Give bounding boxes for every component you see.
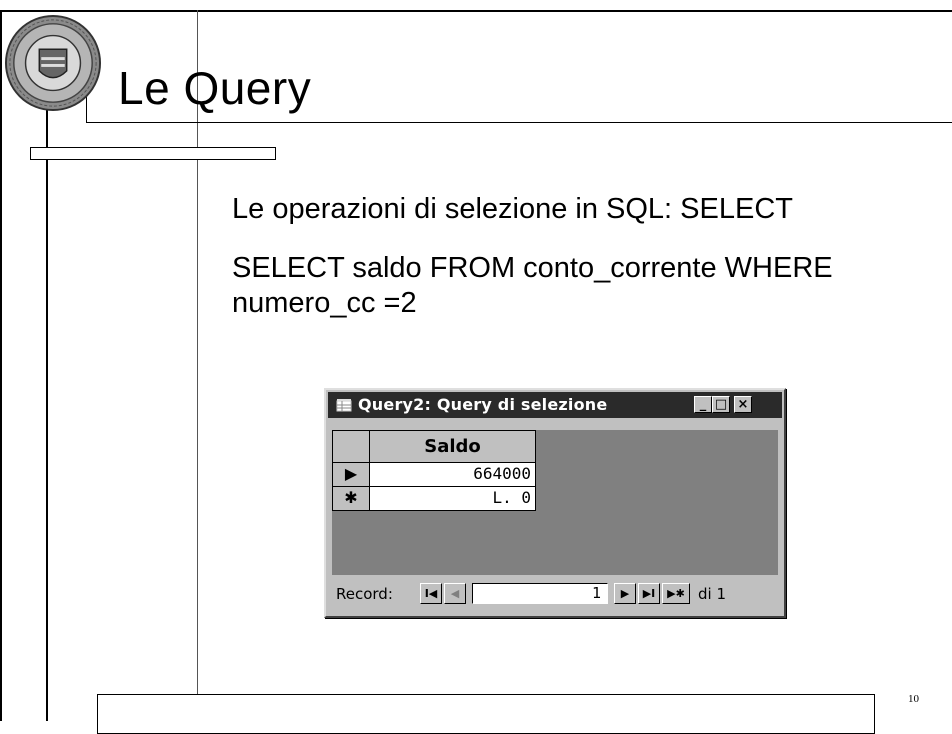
datasheet-grid: Saldo ▶ 664000 ✱ L. 0	[332, 430, 778, 575]
page-number: 10	[908, 693, 919, 705]
slide-frame-left	[0, 10, 2, 721]
record-label: Record:	[336, 585, 393, 603]
maximize-button[interactable]: □	[712, 396, 730, 413]
record-navigation-bar: Record: I◀ ◀ 1 ▶ ▶I ▶✱ di 1	[332, 580, 778, 608]
new-record-button[interactable]: ▶✱	[662, 583, 690, 604]
previous-record-button[interactable]: ◀	[444, 583, 466, 604]
slide-title: Le Query	[118, 62, 312, 114]
table-cell-saldo[interactable]: 664000	[370, 463, 536, 487]
university-seal-icon	[4, 14, 102, 112]
last-record-button[interactable]: ▶I	[638, 583, 660, 604]
bullet-text-2: SELECT saldo FROM conto_corrente WHERE n…	[232, 252, 833, 319]
title-box	[30, 147, 276, 160]
record-number-input[interactable]: 1	[472, 583, 608, 604]
new-record-icon: ✱	[344, 488, 358, 507]
slide-frame-top	[0, 10, 952, 12]
first-record-button[interactable]: I◀	[420, 583, 442, 604]
minimize-button[interactable]: _	[694, 396, 712, 413]
row-selector-new[interactable]: ✱	[332, 487, 370, 511]
column-header-saldo[interactable]: Saldo	[370, 430, 536, 463]
current-record-icon: ▶	[344, 464, 358, 483]
datasheet-icon	[336, 399, 352, 412]
window-title: Query2: Query di selezione	[358, 395, 608, 414]
query-window: Query2: Query di selezione _ □ × Saldo ▶…	[324, 388, 786, 618]
table-cell-saldo-new[interactable]: L. 0	[370, 487, 536, 511]
grid-corner[interactable]	[332, 430, 370, 463]
footer-box	[97, 694, 875, 734]
row-selector-current[interactable]: ▶	[332, 463, 370, 487]
slide-rule-inner	[46, 90, 48, 721]
title-underline	[86, 122, 952, 123]
record-total: di 1	[698, 585, 727, 603]
close-button[interactable]: ×	[734, 396, 752, 413]
window-titlebar[interactable]: Query2: Query di selezione _ □ ×	[328, 392, 782, 418]
bullet-text-1: Le operazioni di selezione in SQL: SELEC…	[232, 193, 793, 225]
next-record-button[interactable]: ▶	[614, 583, 636, 604]
